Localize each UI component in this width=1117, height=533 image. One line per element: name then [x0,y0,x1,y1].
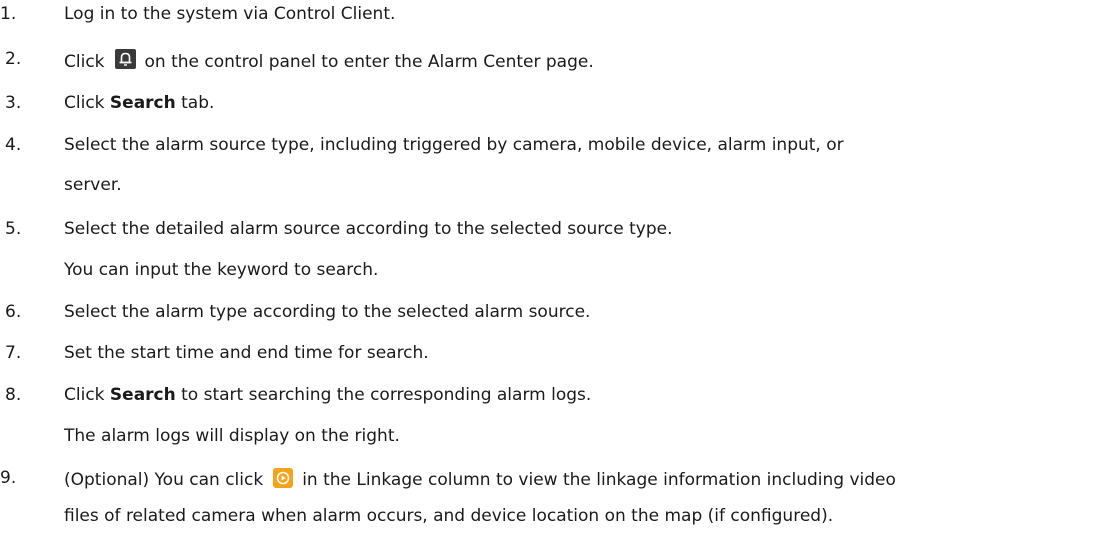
step-number: 6. [5,302,22,322]
step-text-pre: (Optional) You can click [64,470,264,490]
step-4-continuation: server. [64,175,122,195]
step-5-continuation: You can input the keyword to search. [64,260,379,280]
step-8-continuation: The alarm logs will display on the right… [64,426,400,446]
search-button-label: Search [109,385,176,405]
step-text-pre: Click [64,93,110,113]
bell-icon [114,49,136,69]
step-text: Click on the control panel to enter the A… [64,49,594,72]
step-text-post: tab. [175,93,215,113]
step-number: 1. [0,4,17,24]
search-tab-label: Search [109,93,176,113]
step-9-continuation: files of related camera when alarm occur… [64,506,834,526]
step-text: Log in to the system via Control Client. [64,4,396,24]
step-text-post: in the Linkage column to view the linkag… [302,470,896,490]
step-text: Select the alarm type according to the s… [64,302,591,322]
step-number: 4. [5,135,22,155]
step-text: Select the alarm source type, including … [64,135,844,155]
step-number: 2. [5,49,22,69]
step-number: 5. [5,219,22,239]
play-icon [273,468,294,488]
step-text-pre: Click [64,52,105,72]
step-text: (Optional) You can click in the Linkage c… [64,468,896,490]
step-number: 8. [5,385,22,405]
step-text: Set the start time and end time for sear… [64,343,429,363]
step-number: 7. [5,343,22,363]
step-number: 3. [5,93,22,113]
step-text: Click Search to start searching the corr… [64,385,591,405]
step-number: 9. [0,468,17,488]
step-text: Click Search tab. [64,93,214,113]
step-text-post: to start searching the corresponding ala… [175,385,592,405]
step-text-pre: Click [64,385,110,405]
step-text-post: on the control panel to enter the Alarm … [144,52,594,72]
step-text: Select the detailed alarm source accordi… [64,219,673,239]
